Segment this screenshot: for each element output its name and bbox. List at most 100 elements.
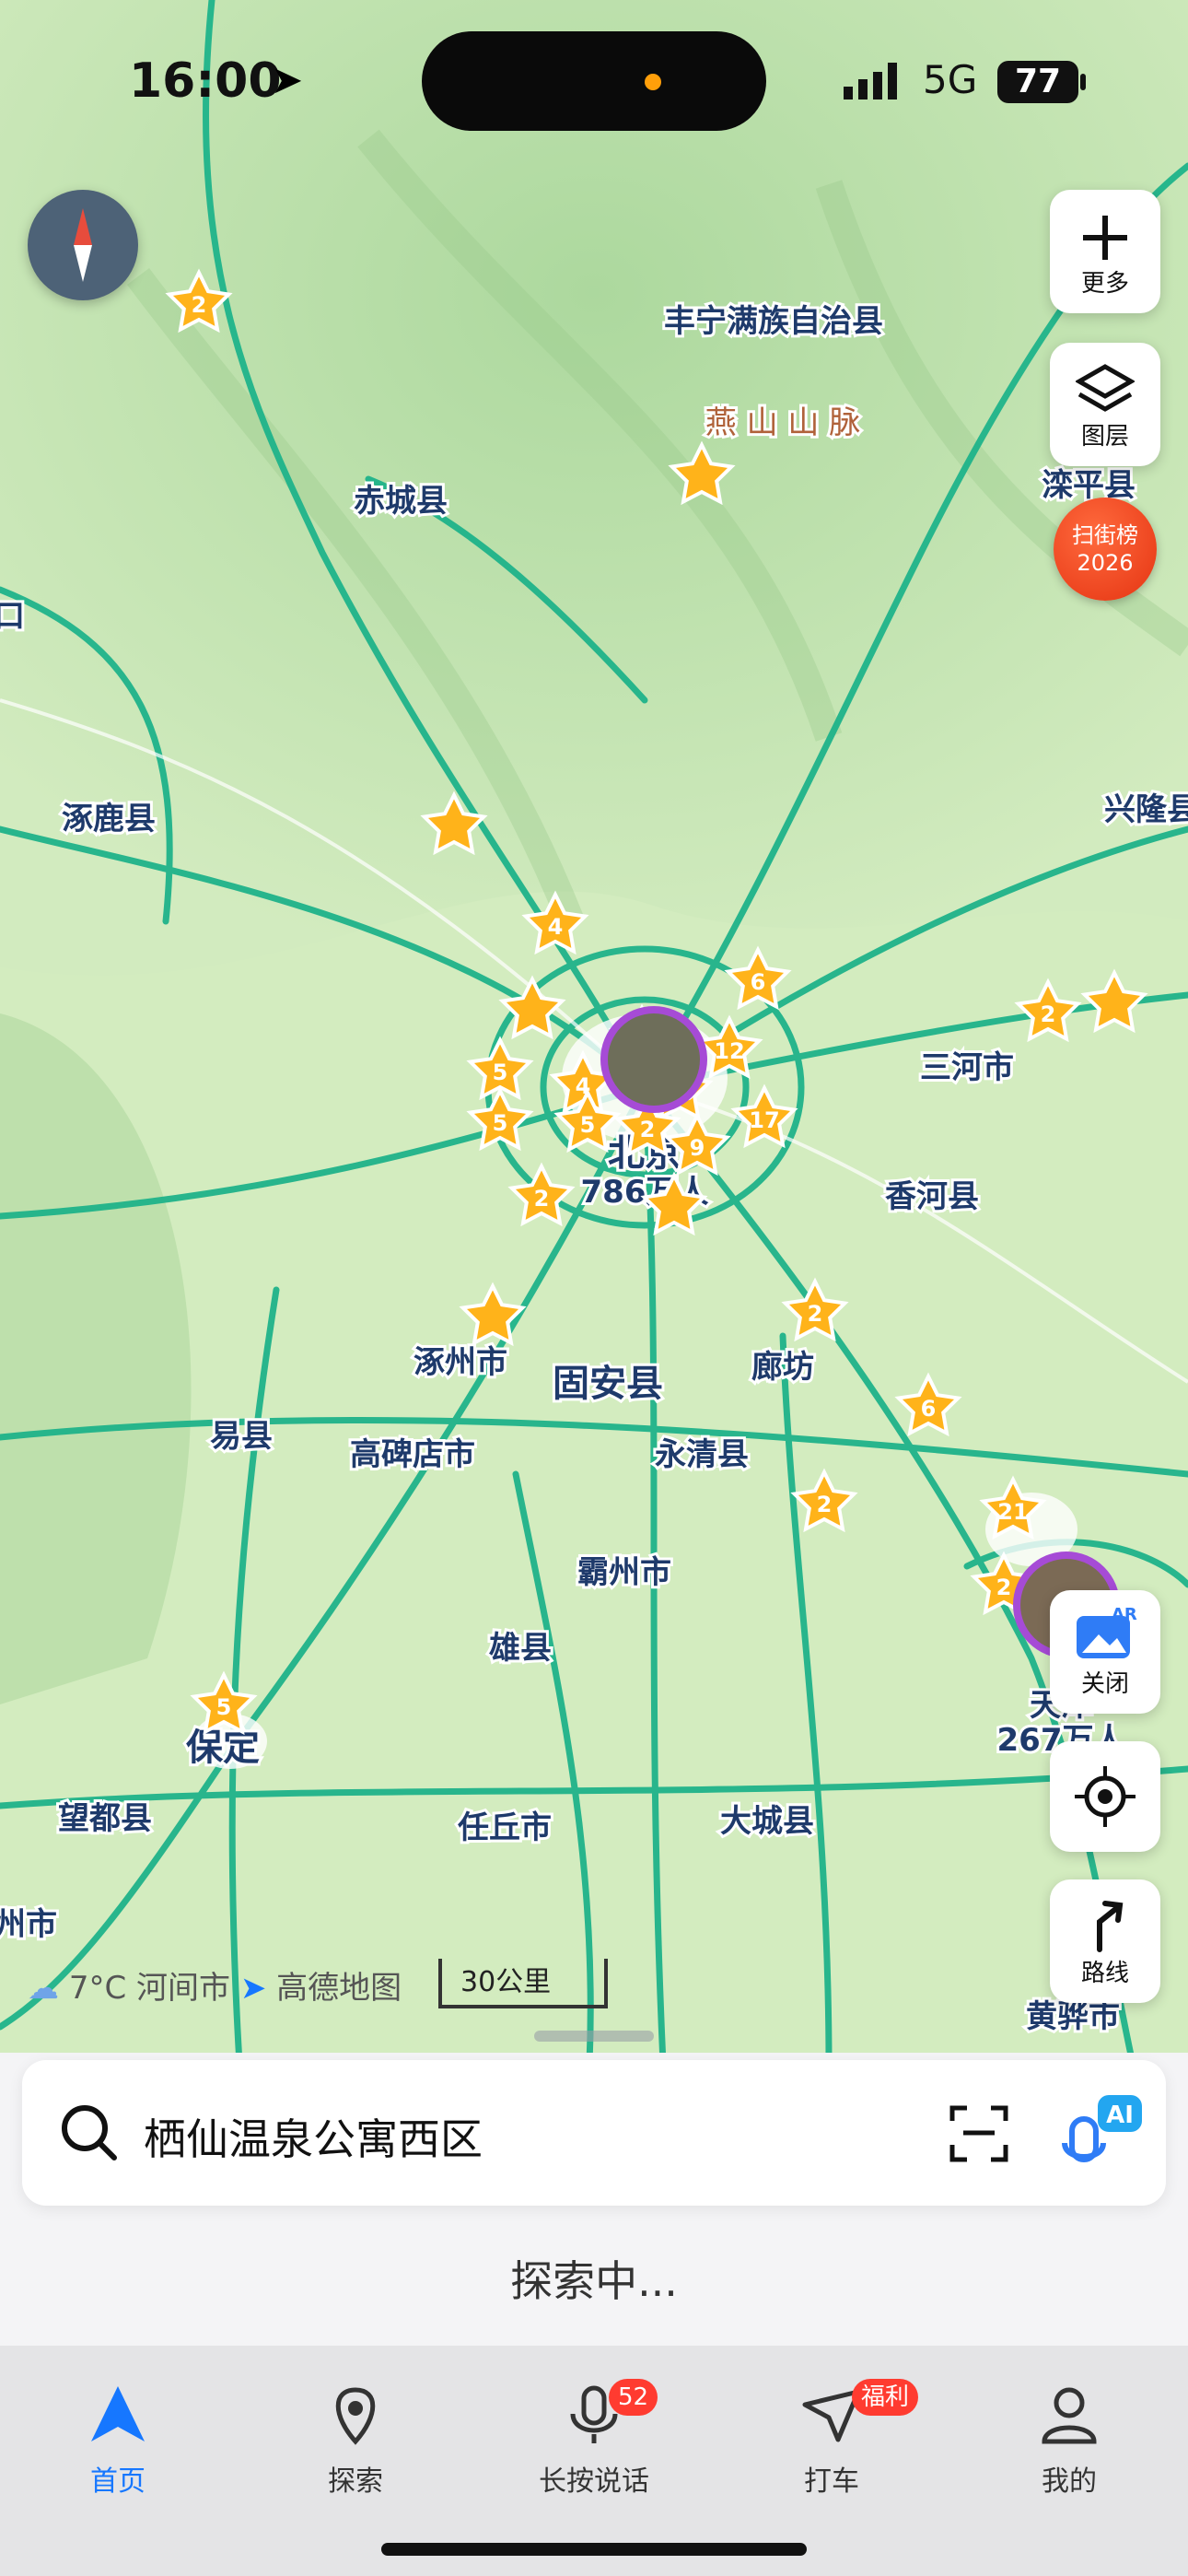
map-label[interactable]: 州市 [0, 1903, 60, 1946]
attribution-text: 高德地图 [276, 1970, 402, 2007]
locate-icon [1075, 1766, 1136, 1827]
location-arrow-icon: ➤ [271, 57, 304, 102]
tab-bar: 首页 探索 长按说话 52 打车 福利 我的 [0, 2346, 1188, 2576]
map-label[interactable]: 任丘市 [455, 1807, 554, 1849]
poi-cluster-count: 12 [714, 1038, 744, 1064]
battery-tip [1080, 74, 1086, 90]
tab-home-label: 首页 [90, 2465, 146, 2498]
plus-icon [1083, 216, 1127, 260]
tab-explore[interactable]: 探索 [263, 2366, 448, 2498]
tab-me-label: 我的 [1042, 2465, 1097, 2498]
scale-label: 30公里 [460, 1966, 552, 1998]
navigation-arrow-icon [91, 2386, 145, 2441]
tab-taxi[interactable]: 打车 福利 [740, 2366, 924, 2498]
ar-image-icon: AR [1077, 1605, 1137, 1658]
tab-home[interactable]: 首页 [26, 2366, 210, 2498]
map-label[interactable]: 丰宁满族自治县 [661, 300, 886, 343]
map-label[interactable]: 固安县 [550, 1360, 666, 1408]
poi-cluster-count: 17 [749, 1107, 779, 1133]
network-type: 5G [923, 57, 978, 102]
ar-label: 关闭 [1080, 1670, 1129, 1698]
cloud-icon: ☁ [28, 1970, 59, 2007]
search-bar[interactable]: 栖仙温泉公寓西区 AI [22, 2060, 1166, 2206]
map-label[interactable]: 涿州市 [411, 1341, 510, 1384]
dynamic-island [422, 31, 766, 131]
poi-cluster-count: 2 [640, 1117, 656, 1142]
map-label[interactable]: 燕 山 山 脉 [703, 402, 863, 444]
beijing-photo-pin[interactable] [600, 1006, 707, 1113]
more-button[interactable]: 更多 [1050, 190, 1160, 313]
poi-cluster-count: 5 [216, 1694, 232, 1720]
map-label[interactable]: 香河县 [882, 1176, 982, 1218]
welfare-badge: 福利 [852, 2379, 919, 2416]
route-label: 路线 [1080, 1960, 1129, 1987]
map-canvas[interactable]: 丰宁满族自治县燕 山 山 脉赤城县 滦平县口兴隆县涿鹿县三河市香河县北京786万人… [0, 0, 1188, 2064]
poi-cluster-count: 5 [580, 1112, 596, 1138]
tab-voice[interactable]: 长按说话 52 [502, 2366, 686, 2498]
map-label[interactable]: 三河市 [917, 1047, 1017, 1089]
tab-explore-label: 探索 [328, 2465, 383, 2498]
layers-label: 图层 [1080, 423, 1129, 451]
scan-rank-title: 扫街榜 [1072, 522, 1138, 548]
weather-city: 7°C 河间市 [68, 1970, 230, 2007]
tab-voice-label: 长按说话 [539, 2465, 649, 2498]
svg-text:AI: AI [1106, 2102, 1134, 2129]
svg-text:AR: AR [1112, 1607, 1137, 1624]
ai-voice-icon[interactable]: AI [1061, 2088, 1149, 2176]
locate-button[interactable] [1050, 1741, 1160, 1852]
amap-logo-icon: ➤ [239, 1970, 267, 2007]
recording-dot-icon [645, 74, 661, 90]
poi-cluster-count: 6 [921, 1396, 937, 1422]
map-label[interactable]: 雄县 [486, 1627, 554, 1669]
map-label[interactable]: 永清县 [652, 1434, 751, 1476]
map-attribution: ☁ 7°C 河间市 ➤ 高德地图 [28, 1962, 402, 2008]
route-arrow-icon [1097, 1901, 1124, 1952]
poi-cluster-count: 5 [493, 1060, 508, 1085]
scan-icon[interactable] [949, 2102, 1009, 2163]
ar-button[interactable]: AR 关闭 [1050, 1590, 1160, 1714]
map-label[interactable]: 望都县 [55, 1797, 155, 1840]
map-scale: 30公里 [438, 1959, 608, 2008]
scan-rank-badge[interactable]: 扫街榜 2026 [1054, 498, 1157, 601]
map-label[interactable]: 大城县 [717, 1800, 817, 1843]
signal-icon [844, 63, 897, 100]
tab-me[interactable]: 我的 [977, 2366, 1161, 2498]
sheet-handle[interactable] [534, 2031, 654, 2042]
poi-cluster-count: 5 [493, 1110, 508, 1136]
map-label[interactable]: 兴隆县 [1101, 789, 1188, 831]
compass-icon [74, 208, 92, 282]
poi-cluster-count: 2 [808, 1301, 823, 1327]
map-label[interactable]: 高碑店市 [347, 1434, 478, 1476]
explore-status: 探索中... [510, 2256, 678, 2306]
poi-cluster-count: 2 [1041, 1001, 1056, 1027]
tab-taxi-label: 打车 [804, 2465, 859, 2498]
map-label[interactable]: 赤城县 [351, 480, 450, 522]
battery-indicator: 77 [997, 61, 1078, 103]
compass-button[interactable] [28, 190, 138, 300]
poi-cluster-count: 21 [997, 1499, 1028, 1525]
more-label: 更多 [1080, 270, 1129, 298]
map-label[interactable]: 涿鹿县 [59, 798, 158, 840]
search-icon [62, 2105, 117, 2160]
status-bar: 16:00 ➤ 5G 77 [0, 0, 1188, 157]
user-icon [1042, 2387, 1097, 2444]
search-input[interactable]: 栖仙温泉公寓西区 [144, 2106, 483, 2167]
poi-cluster-count: 6 [751, 969, 766, 995]
poi-cluster-count: 9 [690, 1135, 705, 1161]
poi-cluster-count: 2 [534, 1186, 550, 1212]
map-label[interactable]: 廊坊 [749, 1346, 817, 1388]
layers-icon [1074, 364, 1136, 412]
poi-cluster-count: 2 [192, 292, 207, 318]
poi-cluster-count: 4 [548, 914, 564, 940]
map-label[interactable]: 黄骅市 [1023, 1996, 1123, 2038]
map-label[interactable]: 霸州市 [575, 1551, 674, 1594]
map-label[interactable]: 口 [0, 595, 28, 638]
route-button[interactable]: 路线 [1050, 1879, 1160, 2003]
layers-button[interactable]: 图层 [1050, 343, 1160, 466]
map-label[interactable]: 易县 [207, 1415, 275, 1458]
poi-cluster-count: 2 [817, 1492, 833, 1517]
scan-rank-year: 2026 [1077, 550, 1134, 576]
map-label[interactable]: 保定 [183, 1724, 262, 1772]
map-label[interactable]: 滦平县 [1039, 464, 1138, 507]
location-pin-icon [335, 2387, 376, 2445]
